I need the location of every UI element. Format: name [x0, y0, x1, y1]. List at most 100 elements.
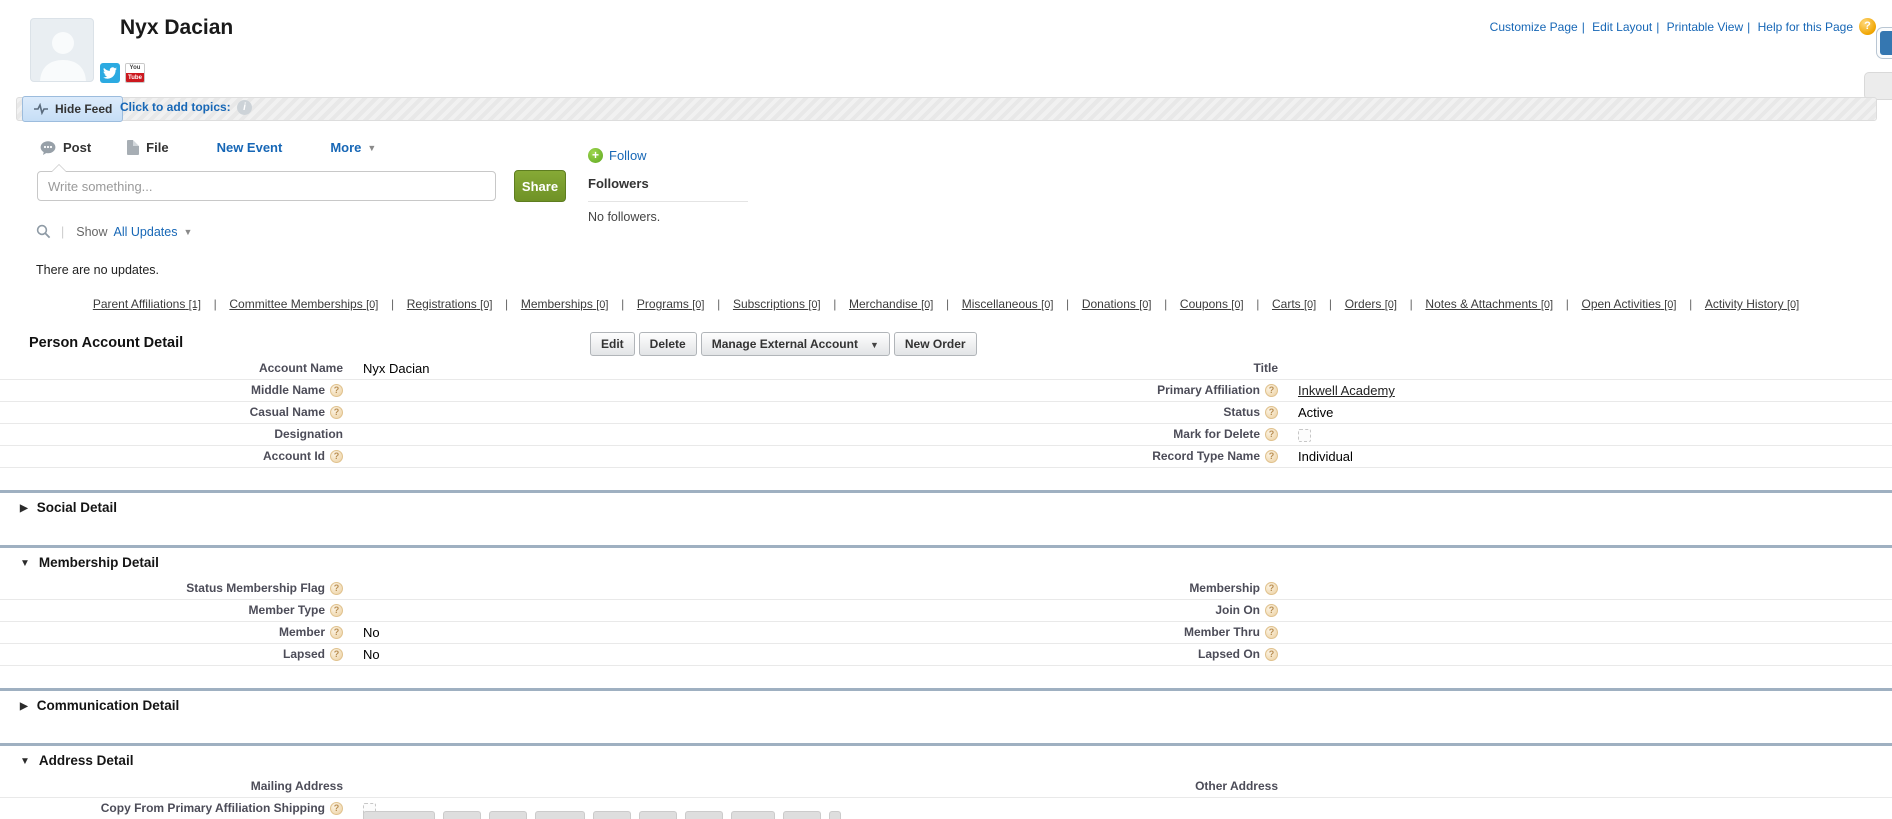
- field-help-icon[interactable]: [1265, 384, 1278, 397]
- primary-affiliation-link[interactable]: Inkwell Academy: [1298, 383, 1395, 398]
- filter-caret-icon: ▼: [183, 227, 192, 237]
- status-value: Active: [1298, 405, 1333, 421]
- page-title: Nyx Dacian: [120, 16, 233, 40]
- related-link-registrations[interactable]: Registrations [0]: [407, 297, 521, 311]
- field-help-icon[interactable]: [1265, 648, 1278, 661]
- delete-button[interactable]: Delete: [639, 332, 697, 356]
- field-help-icon[interactable]: [1265, 582, 1278, 595]
- scrollbar-track-segment: [1864, 72, 1892, 100]
- feed-topics-bar: [16, 97, 1877, 121]
- help-for-this-page-link[interactable]: Help for this Page: [1743, 20, 1853, 34]
- detail-row: Account Id Record Type NameIndividual: [0, 446, 1892, 468]
- feed-filter-row: | Show All Updates ▼: [36, 224, 192, 239]
- composer-pointer: [52, 165, 66, 172]
- field-help-icon[interactable]: [1265, 406, 1278, 419]
- tab-new-event[interactable]: New Event: [217, 140, 283, 155]
- edit-button[interactable]: Edit: [590, 332, 635, 356]
- related-link-notes-attachments[interactable]: Notes & Attachments [0]: [1425, 297, 1581, 311]
- field-help-icon[interactable]: [330, 582, 343, 595]
- field-help-icon[interactable]: [330, 802, 343, 815]
- field-help-icon[interactable]: [1265, 604, 1278, 617]
- more-caret-icon: ▼: [367, 143, 376, 153]
- edit-layout-link[interactable]: Edit Layout: [1578, 20, 1653, 34]
- page-action-links: Customize Page Edit Layout Printable Vie…: [1490, 18, 1876, 35]
- related-link-orders[interactable]: Orders [0]: [1345, 297, 1426, 311]
- file-icon: [127, 140, 139, 155]
- detail-buttons: Edit Delete Manage External Account▼ New…: [590, 332, 977, 356]
- feed-filter-dropdown[interactable]: All Updates: [114, 225, 178, 239]
- lapsed-value: No: [363, 647, 380, 663]
- related-link-committee-memberships[interactable]: Committee Memberships [0]: [229, 297, 406, 311]
- related-link-miscellaneous[interactable]: Miscellaneous [0]: [962, 297, 1082, 311]
- related-link-memberships[interactable]: Memberships [0]: [521, 297, 637, 311]
- field-help-icon[interactable]: [330, 604, 343, 617]
- youtube-icon[interactable]: You Tube: [125, 63, 145, 83]
- detail-heading: Person Account Detail: [29, 335, 183, 351]
- youtube-you-label: You: [126, 64, 144, 73]
- publisher-tabs: Post File New Event More ▼: [40, 140, 376, 155]
- feed-composer-input[interactable]: [37, 171, 496, 201]
- filter-divider: |: [61, 225, 64, 239]
- related-link-activity-history[interactable]: Activity History [0]: [1705, 297, 1799, 311]
- related-link-carts[interactable]: Carts [0]: [1272, 297, 1345, 311]
- member-value: No: [363, 625, 380, 641]
- cutoff-box: [489, 811, 527, 819]
- field-help-icon[interactable]: [330, 406, 343, 419]
- detail-row: Mailing Address Other Address: [0, 776, 1892, 798]
- tab-post[interactable]: Post: [40, 140, 91, 155]
- button-caret-icon: ▼: [870, 340, 879, 350]
- cutoff-box: [363, 811, 435, 819]
- field-help-icon[interactable]: [330, 626, 343, 639]
- detail-row: MemberNo Member Thru: [0, 622, 1892, 644]
- related-link-programs[interactable]: Programs [0]: [637, 297, 733, 311]
- cutoff-map-links-strip: [363, 811, 841, 819]
- hide-feed-button[interactable]: Hide Feed: [22, 96, 123, 122]
- field-help-icon[interactable]: [330, 648, 343, 661]
- tab-file[interactable]: File: [127, 140, 168, 155]
- show-label: Show: [76, 225, 107, 239]
- follow-link[interactable]: Follow: [609, 148, 647, 163]
- field-help-icon[interactable]: [1265, 428, 1278, 441]
- detail-row: Casual Name StatusActive: [0, 402, 1892, 424]
- help-orb-icon[interactable]: ?: [1859, 18, 1876, 35]
- detail-row: Status Membership Flag Membership: [0, 578, 1892, 600]
- youtube-tube-label: Tube: [126, 73, 144, 83]
- related-link-parent-affiliations[interactable]: Parent Affiliations [1]: [93, 297, 230, 311]
- field-help-icon[interactable]: [1265, 450, 1278, 463]
- manage-external-account-button[interactable]: Manage External Account▼: [701, 332, 890, 356]
- related-link-donations[interactable]: Donations [0]: [1082, 297, 1180, 311]
- new-order-button[interactable]: New Order: [894, 332, 977, 356]
- detail-row: Account NameNyx Dacian Title: [0, 358, 1892, 380]
- related-link-open-activities[interactable]: Open Activities [0]: [1582, 297, 1705, 311]
- add-topics-link[interactable]: Click to add topics:: [120, 100, 231, 114]
- scrollbar-thumb[interactable]: [1877, 28, 1892, 58]
- detail-row: Middle Name Primary AffiliationInkwell A…: [0, 380, 1892, 402]
- account-name-value: Nyx Dacian: [363, 361, 429, 377]
- follow-panel: + Follow Followers No followers.: [588, 148, 748, 224]
- field-help-icon[interactable]: [330, 384, 343, 397]
- share-button[interactable]: Share: [514, 170, 566, 202]
- post-tab-label: Post: [63, 140, 91, 155]
- cutoff-box: [639, 811, 677, 819]
- no-followers-text: No followers.: [588, 210, 748, 224]
- related-link-subscriptions[interactable]: Subscriptions [0]: [733, 297, 849, 311]
- followers-divider: [588, 201, 748, 202]
- expanded-twisty-icon: ▼: [20, 558, 30, 569]
- related-link-coupons[interactable]: Coupons [0]: [1180, 297, 1272, 311]
- related-link-merchandise[interactable]: Merchandise [0]: [849, 297, 962, 311]
- section-header-address-detail[interactable]: ▼Address Detail: [0, 743, 1892, 776]
- section-header-communication-detail[interactable]: ▶Communication Detail: [0, 688, 1892, 721]
- cutoff-box: [731, 811, 775, 819]
- customize-page-link[interactable]: Customize Page: [1490, 20, 1578, 34]
- record-type-value: Individual: [1298, 449, 1353, 465]
- tab-more[interactable]: More: [330, 140, 361, 155]
- printable-view-link[interactable]: Printable View: [1652, 20, 1743, 34]
- twitter-icon[interactable]: [100, 63, 120, 83]
- section-header-social-detail[interactable]: ▶Social Detail: [0, 490, 1892, 523]
- collapsed-twisty-icon: ▶: [20, 701, 28, 712]
- field-help-icon[interactable]: [330, 450, 343, 463]
- search-icon[interactable]: [36, 224, 51, 239]
- section-header-membership-detail[interactable]: ▼Membership Detail: [0, 545, 1892, 578]
- field-help-icon[interactable]: [1265, 626, 1278, 639]
- detail-row: Member Type Join On: [0, 600, 1892, 622]
